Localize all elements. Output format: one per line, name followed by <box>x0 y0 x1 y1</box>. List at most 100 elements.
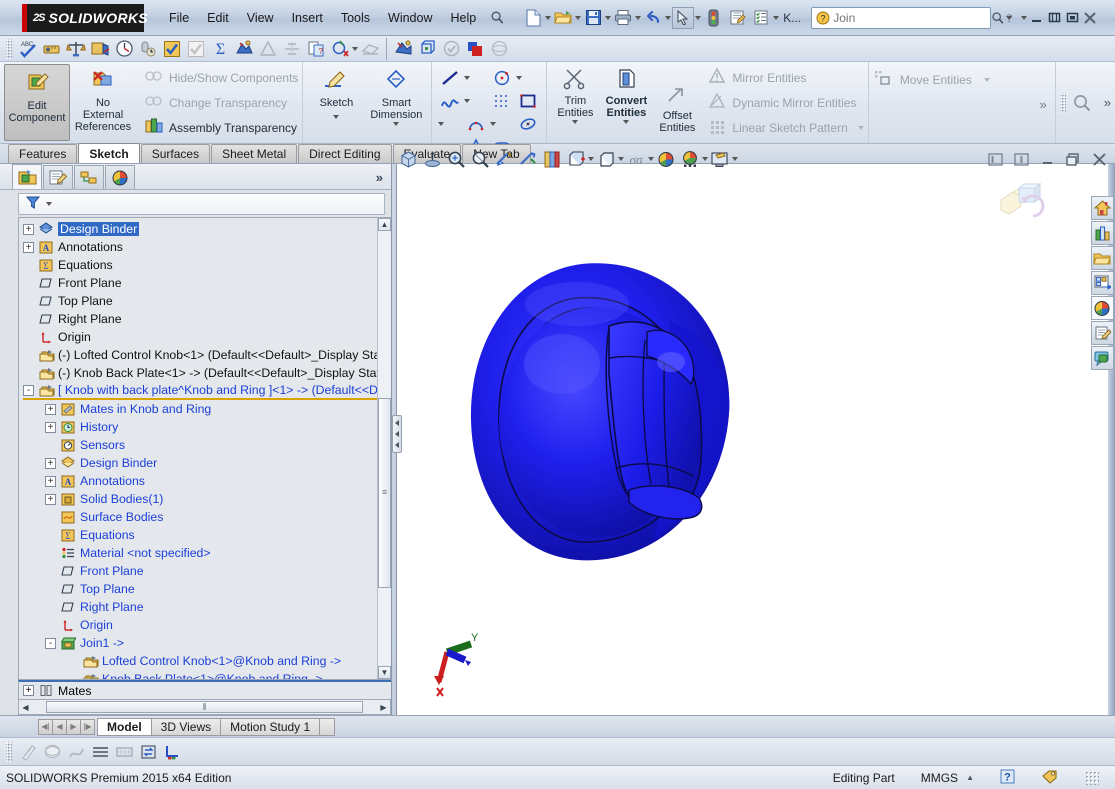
no-preview-icon[interactable] <box>41 741 63 763</box>
expander-icon[interactable]: - <box>45 637 56 649</box>
sketch-dropdown-icon[interactable] <box>333 115 340 119</box>
pin-menu-icon[interactable] <box>486 7 508 29</box>
save-dropdown-icon[interactable] <box>605 15 612 20</box>
ribbon-expand-chevron[interactable]: » <box>1104 95 1111 110</box>
section-properties-icon[interactable] <box>89 38 111 60</box>
menu-window[interactable]: Window <box>379 8 441 28</box>
interference-detection-icon[interactable] <box>392 38 414 60</box>
grid-settings-icon[interactable] <box>113 741 135 763</box>
hide-show-items-icon[interactable] <box>516 148 540 170</box>
close-button[interactable] <box>1081 9 1099 27</box>
scroll-up-button[interactable]: ▲ <box>378 218 391 231</box>
view-capture-icon[interactable] <box>708 148 732 170</box>
view-capture-dropdown-icon[interactable] <box>732 157 738 161</box>
expander-icon[interactable]: + <box>23 685 34 696</box>
minimize-button[interactable] <box>1027 9 1045 27</box>
sketch-button[interactable]: Sketch <box>307 64 365 141</box>
knob-with-back-plate-model[interactable] <box>457 254 777 594</box>
smart-dimension-button[interactable]: Smart Dimension <box>365 64 427 141</box>
previous-view-icon[interactable] <box>420 148 444 170</box>
view-orientation-icon[interactable] <box>540 148 564 170</box>
rectangle-dropdown-icon[interactable] <box>438 122 445 126</box>
tree-node-surface-bodies[interactable]: Surface Bodies <box>23 508 377 526</box>
file-explorer-button[interactable] <box>1090 246 1114 270</box>
zoom-to-fit-icon[interactable] <box>396 148 420 170</box>
menu-edit[interactable]: Edit <box>198 8 238 28</box>
compare-documents-icon[interactable]: ? <box>305 38 327 60</box>
arc-icon[interactable] <box>464 113 488 135</box>
expander-icon[interactable]: + <box>23 223 34 235</box>
tree-node-front-plane-child[interactable]: Front Plane <box>23 562 377 580</box>
expander-icon[interactable]: + <box>45 457 56 469</box>
menu-tools[interactable]: Tools <box>332 8 379 28</box>
undo-dropdown-icon[interactable] <box>665 15 672 20</box>
menu-file[interactable]: File <box>160 8 198 28</box>
print-icon[interactable] <box>612 7 634 29</box>
display-style-icon[interactable] <box>564 148 588 170</box>
apply-scene-icon[interactable] <box>654 148 678 170</box>
new-doc-dropdown-icon[interactable] <box>545 15 552 20</box>
tile-vertical-icon[interactable] <box>1009 148 1033 170</box>
solidworks-forum-button[interactable] <box>1090 346 1114 370</box>
options-icon[interactable] <box>726 7 748 29</box>
check-sketch-dropdown-icon[interactable] <box>352 46 358 51</box>
menu-help[interactable]: Help <box>442 8 486 28</box>
move-entities-row[interactable]: Move Entities <box>873 68 990 91</box>
geometry-analysis-icon[interactable] <box>233 38 255 60</box>
expander-icon[interactable]: + <box>45 421 56 433</box>
toolbar-overflow-label[interactable]: K... <box>783 11 801 25</box>
file-properties-icon[interactable] <box>750 7 772 29</box>
tree-node-lofted-control-knob-ref[interactable]: Lofted Control Knob<1>@Knob and Ring -> <box>23 652 377 670</box>
offset-entities-button[interactable]: Offset Entities <box>653 64 701 141</box>
menu-view[interactable]: View <box>238 8 283 28</box>
tile-horizontal-icon[interactable] <box>983 148 1007 170</box>
save-icon[interactable] <box>582 7 604 29</box>
tree-node-design-binder-root[interactable]: + Design Binder <box>23 220 377 238</box>
tab-sketch[interactable]: Sketch <box>78 143 140 163</box>
check-sketch-icon[interactable] <box>329 38 351 60</box>
restore-down-button[interactable] <box>1063 9 1081 27</box>
trim-entities-dropdown-icon[interactable] <box>572 120 579 124</box>
undo-icon[interactable] <box>642 7 664 29</box>
tree-node-top-plane-root[interactable]: Top Plane <box>23 292 377 310</box>
grid-icon[interactable] <box>89 741 111 763</box>
props-dropdown-icon[interactable] <box>773 15 780 20</box>
ribbon-overflow-chevron[interactable]: » <box>1040 97 1051 112</box>
tree-node-design-binder-child[interactable]: + Design Binder <box>23 454 377 472</box>
display-group-gripper[interactable] <box>1059 92 1066 113</box>
tree-node-knob-with-back-plate[interactable]: - [ Knob with back plate^Knob and Ring ]… <box>23 382 377 400</box>
arc-dropdown-icon[interactable] <box>490 122 497 126</box>
spline-dropdown-icon[interactable] <box>464 99 471 103</box>
smart-dimension-dropdown-icon[interactable] <box>393 122 400 126</box>
bottom-toolbar-gripper[interactable] <box>6 741 12 762</box>
line-icon[interactable] <box>438 67 462 89</box>
status-help-icon[interactable]: ? <box>1000 769 1015 787</box>
performance-evaluation-icon[interactable] <box>113 38 135 60</box>
print-dropdown-icon[interactable] <box>635 15 642 20</box>
expander-icon[interactable]: - <box>23 384 34 396</box>
shaded-sketch-contours-icon[interactable] <box>17 741 39 763</box>
tree-node-origin-root[interactable]: Origin <box>23 328 377 346</box>
question-mark-icon[interactable]: ? <box>998 7 1020 29</box>
new-document-icon[interactable] <box>522 7 544 29</box>
circle-icon[interactable] <box>490 67 514 89</box>
tab-3d-views[interactable]: 3D Views <box>150 717 222 736</box>
tree-node-top-plane-child[interactable]: Top Plane <box>23 580 377 598</box>
scroll-left-button[interactable]: ◀ <box>19 701 32 714</box>
tab-model[interactable]: Model <box>97 717 152 736</box>
feature-manager-tab[interactable] <box>12 164 42 189</box>
restore-doc-icon[interactable] <box>1061 148 1085 170</box>
convert-entities-button[interactable]: Convert Entities <box>599 64 653 141</box>
tree-node-knob-back-plate-ref[interactable]: Knob Back Plate<1>@Knob and Ring -> <box>23 670 377 679</box>
edit-component-button[interactable]: Edit Component <box>4 64 70 141</box>
property-manager-tab[interactable] <box>43 165 73 189</box>
zoom-in-out-icon[interactable] <box>468 148 492 170</box>
tag-icon[interactable] <box>1041 768 1059 787</box>
tree-node-solid-bodies[interactable]: + Solid Bodies(1) <box>23 490 377 508</box>
tree-node-equations-root[interactable]: Σ Equations <box>23 256 377 274</box>
toolbar-gripper[interactable] <box>6 38 12 59</box>
assembly-transparency-row[interactable]: Assembly Transparency <box>144 116 298 139</box>
change-transparency-row[interactable]: Change Transparency <box>144 91 298 114</box>
tab-overflow[interactable] <box>319 717 336 736</box>
zoom-area-icon[interactable] <box>444 148 468 170</box>
